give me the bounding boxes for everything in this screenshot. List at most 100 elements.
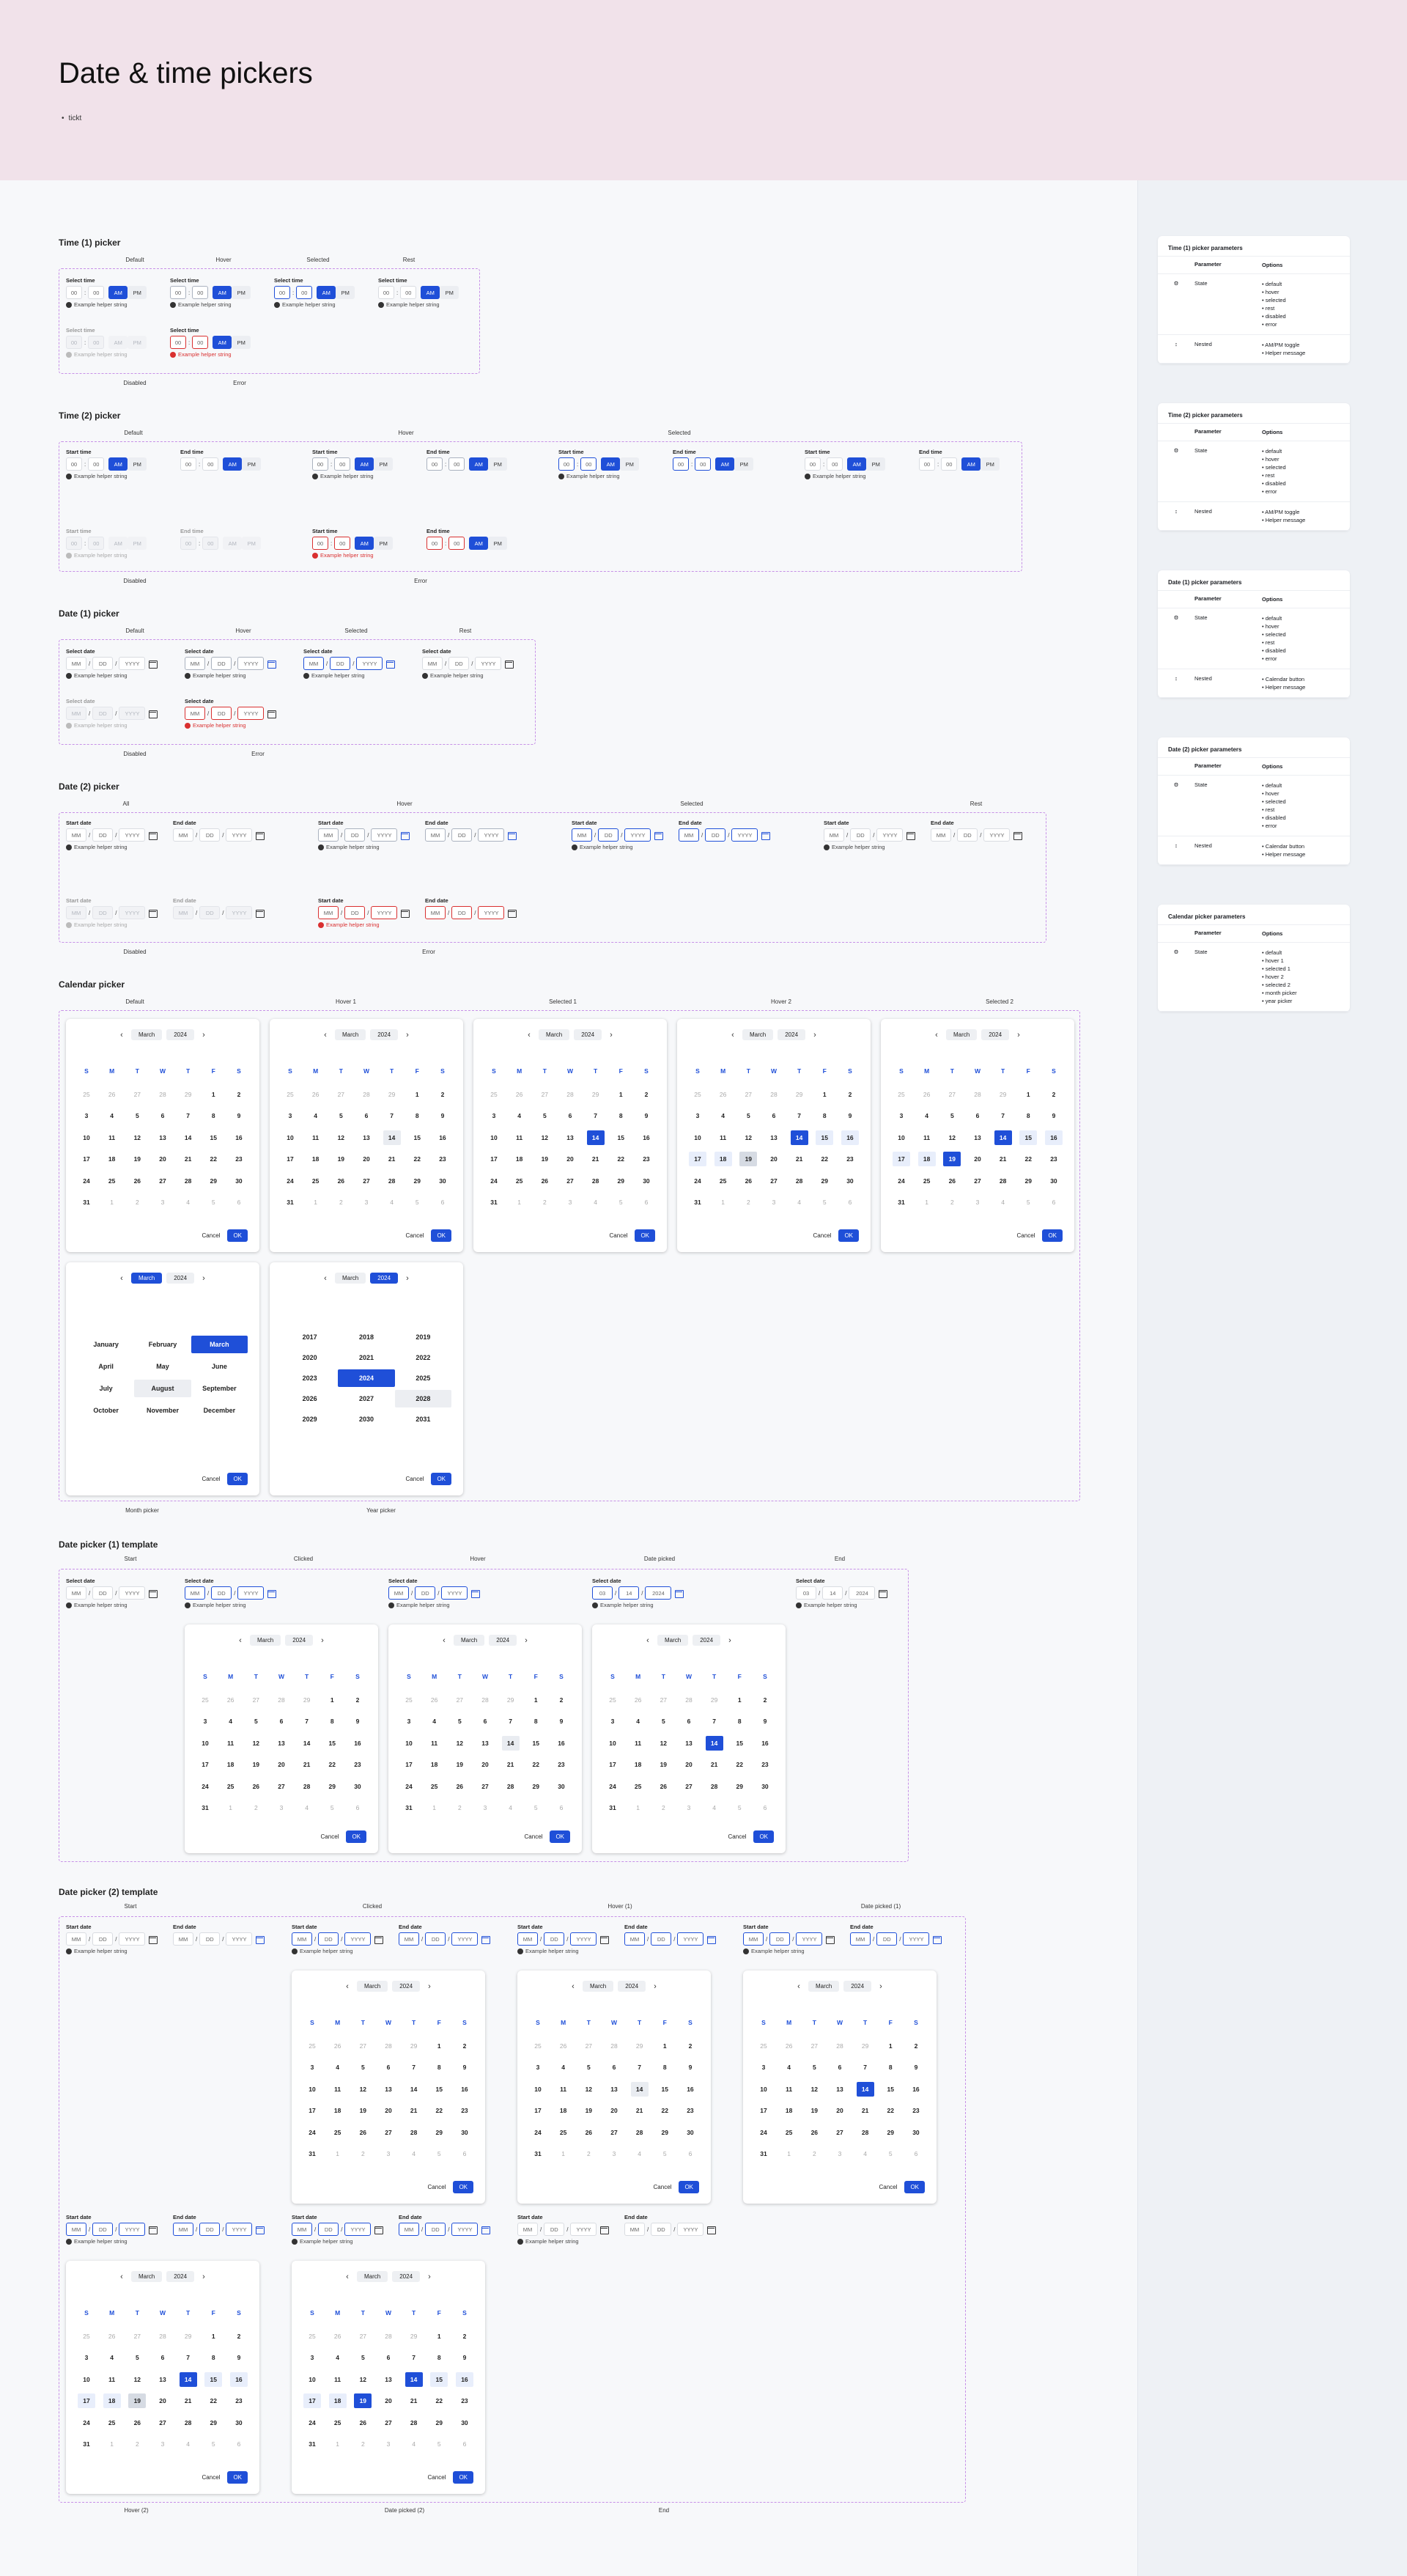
day-cell[interactable]: 6 <box>273 1714 290 1729</box>
year-select[interactable]: 2024 <box>392 2271 421 2282</box>
next-icon[interactable]: › <box>402 1274 413 1283</box>
year-option[interactable]: 2024 <box>338 1369 395 1387</box>
day-cell[interactable]: 29 <box>180 2329 197 2344</box>
day-cell[interactable]: 7 <box>587 1108 605 1123</box>
calendar-icon[interactable] <box>266 708 277 718</box>
day-cell[interactable]: 24 <box>755 2125 772 2140</box>
day-cell[interactable]: 6 <box>553 1800 570 1815</box>
day-cell[interactable]: 29 <box>405 2039 423 2053</box>
next-icon[interactable]: › <box>521 1636 531 1645</box>
day-cell[interactable]: 25 <box>222 1779 240 1794</box>
pm-button[interactable]: PM <box>128 286 147 299</box>
day-cell[interactable]: 22 <box>816 1152 833 1166</box>
day-input[interactable]: DD <box>451 906 473 919</box>
day-cell[interactable]: 23 <box>907 2103 925 2118</box>
day-cell[interactable]: 4 <box>706 1800 723 1815</box>
day-cell[interactable]: 27 <box>580 2039 597 2053</box>
calendar-icon[interactable] <box>147 658 158 669</box>
day-cell[interactable]: 9 <box>456 2060 473 2075</box>
day-cell[interactable]: 26 <box>451 1779 468 1794</box>
day-cell[interactable]: 18 <box>222 1757 240 1772</box>
prev-icon[interactable]: ‹ <box>931 1031 942 1039</box>
day-cell[interactable]: 25 <box>78 1087 95 1102</box>
month-input[interactable]: MM <box>572 828 592 842</box>
year-option[interactable]: 2025 <box>395 1369 451 1387</box>
prev-icon[interactable]: ‹ <box>794 1982 804 1991</box>
month-option[interactable]: June <box>191 1358 248 1375</box>
day-cell[interactable]: 4 <box>329 2350 347 2365</box>
day-cell[interactable]: 30 <box>682 2125 699 2140</box>
month-option[interactable]: October <box>78 1402 134 1419</box>
day-cell[interactable]: 5 <box>882 2146 899 2161</box>
day-cell[interactable]: 25 <box>511 1174 528 1188</box>
cancel-button[interactable]: Cancel <box>879 2184 898 2190</box>
minute-input[interactable]: 00 <box>334 457 351 471</box>
day-cell[interactable]: 21 <box>994 1152 1012 1166</box>
day-cell[interactable]: 27 <box>739 1087 757 1102</box>
day-cell[interactable]: 4 <box>180 1195 197 1210</box>
pm-button[interactable]: PM <box>128 457 147 471</box>
day-cell[interactable]: 25 <box>893 1087 910 1102</box>
day-cell[interactable]: 6 <box>765 1108 783 1123</box>
day-cell[interactable]: 16 <box>455 2371 473 2387</box>
day-cell[interactable]: 28 <box>380 2329 397 2344</box>
day-cell[interactable]: 13 <box>561 1130 579 1145</box>
day-cell[interactable]: 30 <box>907 2125 925 2140</box>
day-cell[interactable]: 1 <box>307 1195 325 1210</box>
day-input[interactable]: DD <box>199 828 221 842</box>
day-cell[interactable]: 14 <box>994 1130 1012 1145</box>
am-button[interactable]: AM <box>108 537 128 550</box>
day-cell[interactable]: 25 <box>281 1087 299 1102</box>
month-input[interactable]: MM <box>422 657 443 670</box>
day-cell[interactable]: 28 <box>502 1779 520 1794</box>
day-cell[interactable]: 16 <box>456 2082 473 2097</box>
day-cell[interactable]: 28 <box>587 1174 605 1188</box>
month-select[interactable]: March <box>130 2271 163 2282</box>
day-cell[interactable]: 5 <box>816 1195 833 1210</box>
month-option[interactable]: February <box>134 1336 191 1353</box>
calendar-icon[interactable] <box>266 658 277 669</box>
day-cell[interactable]: 7 <box>706 1714 723 1729</box>
month-input[interactable]: MM <box>292 2223 312 2236</box>
minute-input[interactable]: 00 <box>334 537 351 550</box>
day-cell[interactable]: 6 <box>154 1108 171 1123</box>
month-input[interactable]: MM <box>66 1586 86 1600</box>
day-cell[interactable]: 12 <box>128 1130 146 1145</box>
day-cell[interactable]: 2 <box>805 2146 823 2161</box>
next-icon[interactable]: › <box>606 1031 616 1039</box>
day-cell[interactable]: 12 <box>536 1130 553 1145</box>
month-select[interactable]: March <box>808 1981 840 1992</box>
cancel-button[interactable]: Cancel <box>202 2474 221 2481</box>
day-cell[interactable]: 1 <box>731 1693 748 1707</box>
day-cell[interactable]: 1 <box>629 1800 647 1815</box>
day-cell[interactable]: 25 <box>307 1174 325 1188</box>
day-cell[interactable]: 14 <box>856 2081 874 2097</box>
am-button[interactable]: AM <box>108 457 128 471</box>
day-cell[interactable]: 28 <box>680 1693 698 1707</box>
day-cell[interactable]: 5 <box>656 2146 673 2161</box>
day-input[interactable]: DD <box>957 828 978 842</box>
year-input[interactable]: YYYY <box>356 657 383 670</box>
day-cell[interactable]: 21 <box>298 1757 316 1772</box>
day-cell[interactable]: 5 <box>354 2060 372 2075</box>
day-cell[interactable]: 27 <box>358 1174 375 1188</box>
day-cell[interactable]: 27 <box>451 1693 468 1707</box>
day-cell[interactable]: 3 <box>476 1800 494 1815</box>
day-cell[interactable]: 10 <box>78 2372 95 2387</box>
day-cell[interactable]: 3 <box>893 1108 910 1123</box>
month-input[interactable]: MM <box>824 828 844 842</box>
day-cell[interactable]: 13 <box>831 2082 849 2097</box>
month-input[interactable]: MM <box>517 1932 538 1946</box>
minute-input[interactable]: 00 <box>827 457 843 471</box>
day-input[interactable]: 14 <box>618 1586 640 1600</box>
day-cell[interactable]: 4 <box>994 1195 1012 1210</box>
day-cell[interactable]: 6 <box>682 2146 699 2161</box>
day-cell[interactable]: 19 <box>332 1152 350 1166</box>
month-option[interactable]: November <box>134 1402 191 1419</box>
day-cell[interactable]: 19 <box>536 1152 553 1166</box>
year-input[interactable]: YYYY <box>441 1586 468 1600</box>
day-cell[interactable]: 23 <box>841 1152 859 1166</box>
day-input[interactable]: DD <box>199 906 221 919</box>
day-cell[interactable]: 22 <box>430 2103 448 2118</box>
day-cell[interactable]: 1 <box>780 2146 798 2161</box>
